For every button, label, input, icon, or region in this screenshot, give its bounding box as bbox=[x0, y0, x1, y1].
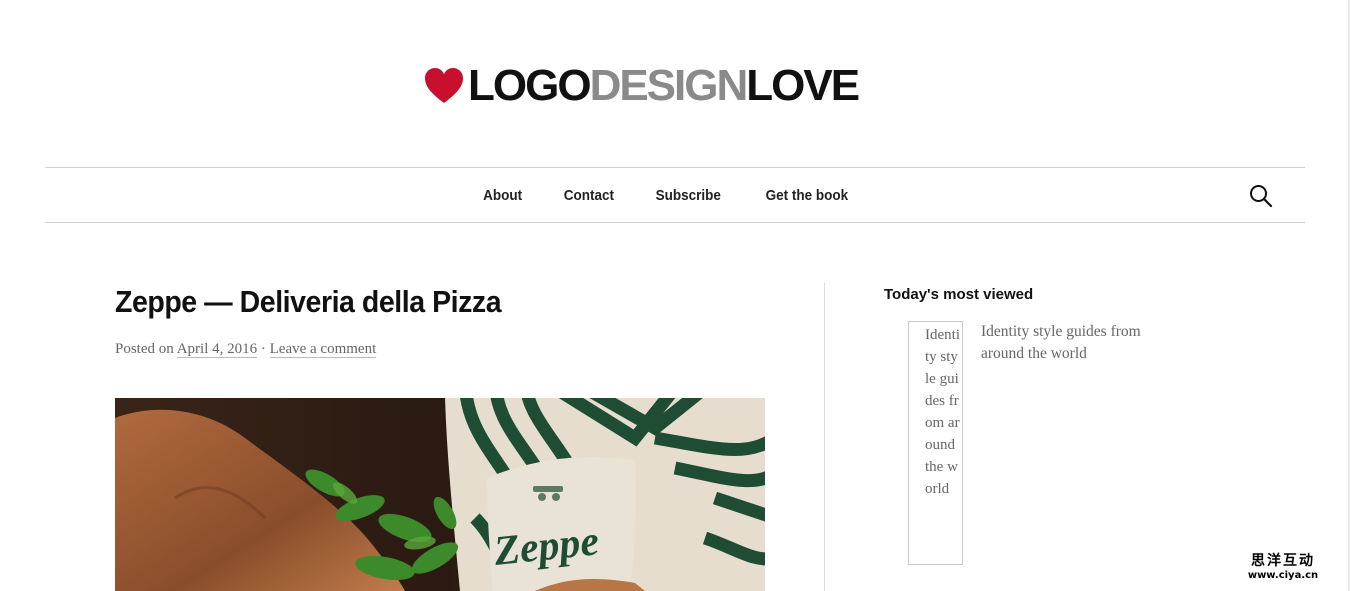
most-viewed-thumbnail[interactable]: Identity style guides from around the wo… bbox=[908, 321, 963, 565]
search-button[interactable] bbox=[1249, 184, 1273, 208]
featured-image-illustration: Zeppe bbox=[115, 398, 765, 591]
main-navigation: About Contact Subscribe Get the book bbox=[45, 167, 1305, 223]
post-featured-image: Zeppe bbox=[115, 398, 765, 591]
sidebar-divider bbox=[824, 283, 825, 591]
most-viewed-link[interactable]: Identity style guides from around the wo… bbox=[981, 321, 1171, 365]
posted-on-label: Posted on bbox=[115, 341, 174, 357]
post-date-link[interactable]: April 4, 2016 bbox=[176, 341, 258, 358]
nav-item-subscribe[interactable]: Subscribe bbox=[656, 187, 721, 204]
post-title[interactable]: Zeppe — Deliveria della Pizza bbox=[115, 284, 502, 320]
watermark: 思洋互动 www.ciya.cn bbox=[1240, 553, 1326, 582]
leave-comment-link[interactable]: Leave a comment bbox=[269, 341, 377, 358]
search-icon bbox=[1250, 185, 1273, 208]
thumbnail-alt-text: Identity style guides from around the wo… bbox=[925, 327, 960, 497]
logo-word-design: DESIGN bbox=[589, 61, 749, 110]
watermark-line-1: 思洋互动 bbox=[1251, 553, 1315, 569]
nav-item-about[interactable]: About bbox=[483, 187, 522, 204]
sidebar-widget-title: Today's most viewed bbox=[884, 286, 1034, 303]
heart-icon bbox=[425, 68, 463, 103]
watermark-line-2: www.ciya.cn bbox=[1247, 570, 1319, 581]
nav-item-get-the-book[interactable]: Get the book bbox=[766, 187, 849, 204]
site-logo[interactable]: LOGO DESIGN LOVE bbox=[424, 61, 860, 110]
post-meta: Posted on April 4, 2016 · Leave a commen… bbox=[115, 341, 377, 358]
logo-word-logo: LOGO bbox=[468, 61, 592, 110]
nav-item-contact[interactable]: Contact bbox=[563, 187, 613, 204]
logo-word-love: LOVE bbox=[746, 61, 860, 110]
meta-separator: · bbox=[257, 341, 270, 357]
